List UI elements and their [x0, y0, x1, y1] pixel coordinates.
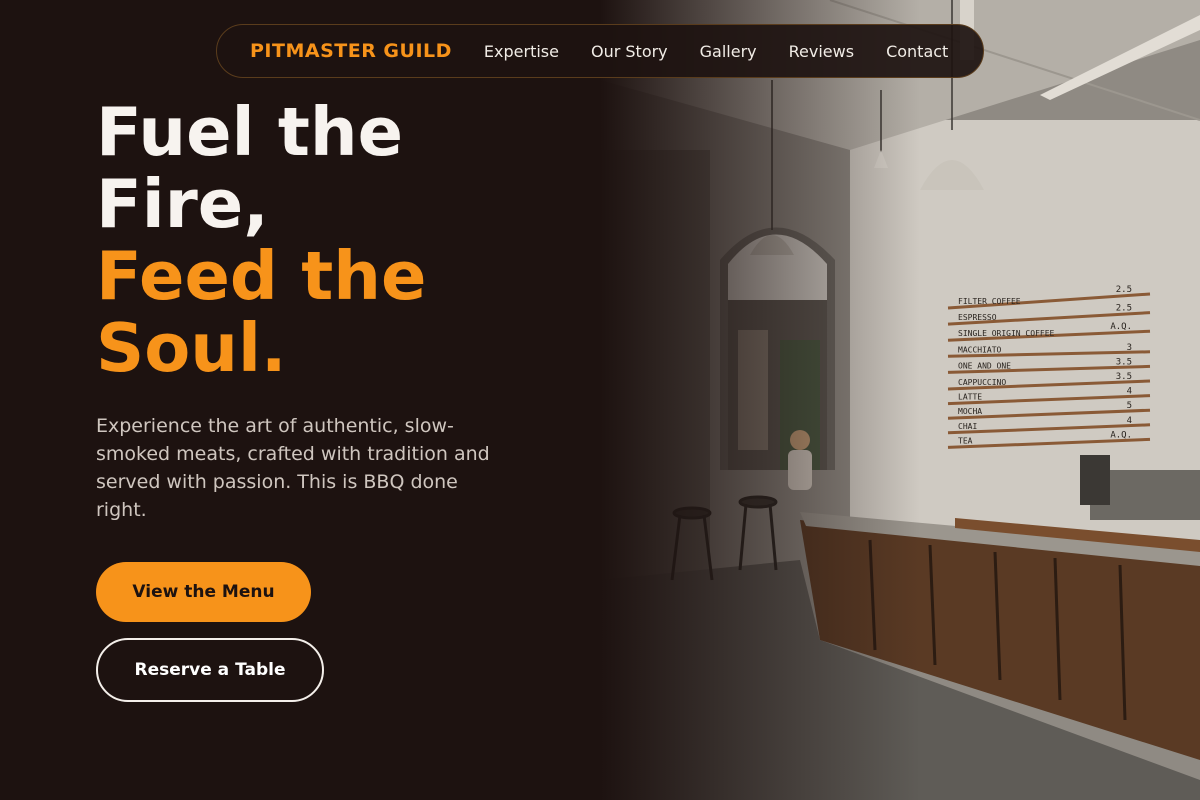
- menu-board-price: A.Q.: [1110, 430, 1132, 440]
- reserve-table-button[interactable]: Reserve a Table: [96, 638, 324, 702]
- menu-board-price: 3: [1127, 343, 1132, 353]
- nav-link-our-story[interactable]: Our Story: [591, 42, 668, 61]
- nav-links: Expertise Our Story Gallery Reviews Cont…: [484, 42, 948, 61]
- hero-headline: Fuel the Fire, Feed the Soul.: [96, 96, 536, 384]
- hero-photo: FILTER COFFEE 2.5 ESPRESSO 2.5 SINGLE ORIGIN…: [600, 0, 1200, 800]
- hero-description: Experience the art of authentic, slow-sm…: [96, 415, 490, 521]
- nav-link-reviews[interactable]: Reviews: [789, 42, 854, 61]
- menu-board-price: 4: [1127, 387, 1132, 397]
- menu-board-price: 3.5: [1116, 357, 1132, 367]
- menu-board-item: ONE AND ONE: [958, 361, 1011, 370]
- menu-board-price: 2.5: [1116, 304, 1132, 314]
- menu-board-item: LATTE: [958, 393, 982, 402]
- menu-board-price: 2.5: [1116, 285, 1132, 295]
- hero-section: Fuel the Fire, Feed the Soul. Experience…: [96, 96, 536, 524]
- nav-link-gallery[interactable]: Gallery: [700, 42, 757, 61]
- menu-board-item: ESPRESSO: [958, 313, 997, 322]
- headline-line-1: Fuel the: [96, 93, 404, 171]
- nav-link-expertise[interactable]: Expertise: [484, 42, 559, 61]
- view-menu-button[interactable]: View the Menu: [96, 562, 311, 622]
- menu-board-price: 3.5: [1116, 372, 1132, 382]
- menu-board-item: CHAI: [958, 422, 977, 431]
- menu-board-item: MOCHA: [958, 407, 982, 416]
- menu-board-price: 5: [1127, 401, 1132, 411]
- headline-accent-line-2: Soul.: [96, 309, 287, 387]
- menu-board-price: 4: [1127, 416, 1132, 426]
- menu-board-price: A.Q.: [1110, 322, 1132, 332]
- headline-line-2: Fire,: [96, 165, 269, 243]
- top-navigation: PITMASTER GUILD Expertise Our Story Gall…: [216, 24, 984, 78]
- nav-link-contact[interactable]: Contact: [886, 42, 948, 61]
- menu-board-item: CAPPUCCINO: [958, 378, 1006, 387]
- headline-accent-line-1: Feed the: [96, 237, 427, 315]
- menu-board-item: TEA: [958, 436, 973, 445]
- menu-board-item: SINGLE ORIGIN COFFEE: [958, 329, 1055, 338]
- menu-board-item: MACCHIATO: [958, 345, 1002, 354]
- menu-board-item: FILTER COFFEE: [958, 297, 1021, 306]
- brand-logo-link[interactable]: PITMASTER GUILD: [250, 40, 452, 62]
